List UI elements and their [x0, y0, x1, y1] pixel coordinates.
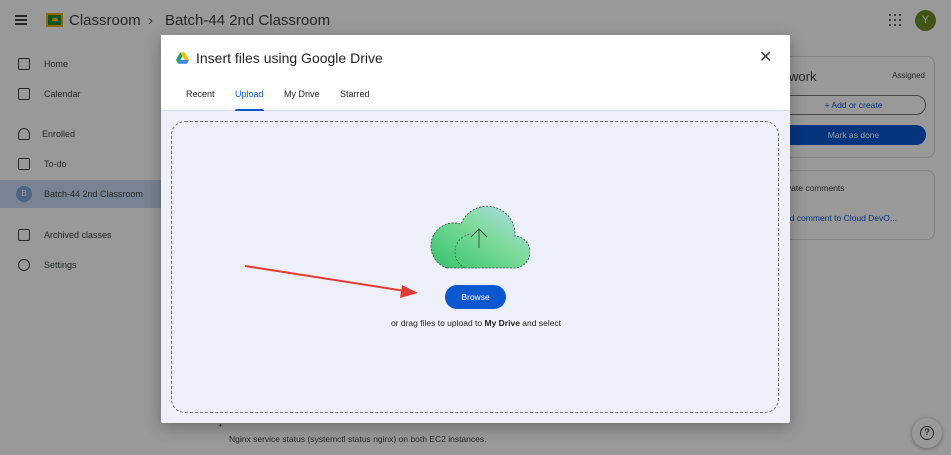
tab-upload[interactable]: Upload: [235, 89, 264, 111]
hint-my-drive: My Drive: [484, 318, 520, 328]
tab-my-drive[interactable]: My Drive: [284, 89, 320, 111]
hint-suffix: and select: [519, 318, 562, 328]
close-icon[interactable]: ✕: [759, 50, 772, 66]
cloud-upload-icon: [430, 205, 530, 269]
tab-recent[interactable]: Recent: [186, 89, 215, 111]
google-drive-picker-dialog: Insert files using Google Drive ✕ Recent…: [161, 35, 790, 423]
dialog-header: Insert files using Google Drive ✕ Recent…: [161, 35, 790, 111]
hint-prefix: or drag files to upload to: [390, 318, 485, 328]
browse-button[interactable]: Browse: [445, 285, 506, 309]
drag-drop-hint: or drag files to upload to My Drive and …: [172, 318, 780, 328]
upload-dropzone[interactable]: Browse or drag files to upload to My Dri…: [171, 121, 779, 413]
google-drive-icon: [176, 52, 189, 64]
tab-starred[interactable]: Starred: [340, 89, 370, 111]
dialog-title: Insert files using Google Drive: [196, 50, 383, 66]
